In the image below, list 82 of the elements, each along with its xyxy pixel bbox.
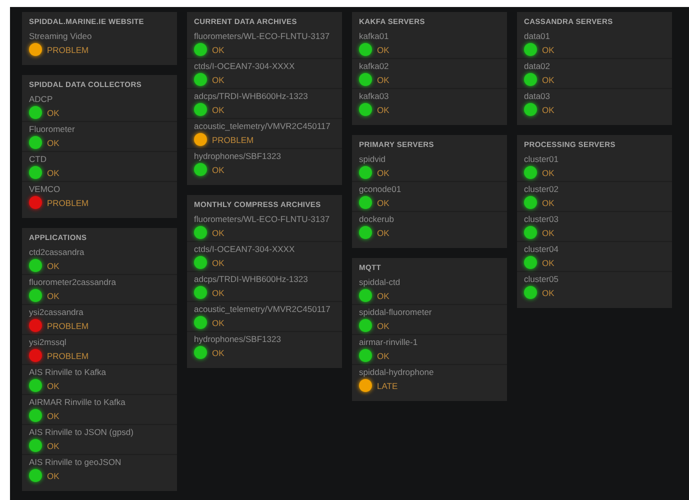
service-name: kafka03 — [359, 91, 390, 102]
service-name: adcps/TRDI-WHB600Hz-1323 — [194, 91, 309, 102]
service-name: fluorometer2cassandra — [29, 277, 117, 288]
service-name: CTD — [29, 154, 48, 165]
service-name: data01 — [524, 31, 551, 42]
status-label: PROBLEM — [47, 44, 89, 54]
service-name: ysi2mssql — [29, 337, 68, 348]
status-label: OK — [542, 228, 554, 238]
service-name: AIS Rinville to geoJSON — [29, 457, 122, 468]
status-label: OK — [212, 44, 224, 54]
service-name: spidvid — [359, 154, 386, 165]
service-name: cluster02 — [524, 184, 560, 195]
service-name: VEMCO — [29, 184, 62, 195]
service-name: acoustic_telemetry/VMVR2C450117 — [194, 121, 332, 132]
service-name: spiddal-ctd — [359, 277, 402, 288]
status-label: LATE — [377, 380, 398, 390]
status-label: OK — [377, 228, 390, 238]
service-name: airmar-rinville-1 — [359, 337, 419, 348]
status-label: OK — [212, 164, 224, 174]
status-label: OK — [212, 288, 224, 298]
service-name: acoustic_telemetry/VMVR2C450117 — [194, 304, 332, 315]
service-name: ADCP — [29, 94, 54, 105]
service-name: adcps/TRDI-WHB600Hz-1323 — [194, 274, 309, 285]
status-label: OK — [377, 104, 390, 114]
status-label: OK — [377, 74, 390, 84]
service-name: hydrophones/SBF1323 — [194, 334, 282, 345]
status-label: OK — [47, 410, 60, 420]
service-name: spiddal-hydrophone — [359, 367, 435, 378]
service-name: AIS Rinville to JSON (gpsd) — [29, 427, 134, 438]
service-name: hydrophones/SBF1323 — [194, 151, 282, 162]
status-label: OK — [212, 348, 224, 358]
service-name: ctds/I-OCEAN7-304-XXXX — [194, 244, 296, 255]
status-label: OK — [47, 168, 60, 178]
service-name: spiddal-fluorometer — [359, 307, 433, 318]
status-label: OK — [47, 138, 60, 148]
status-label: OK — [47, 440, 60, 450]
status-label: OK — [47, 108, 60, 118]
status-label: OK — [542, 44, 554, 54]
service-name: fluorometers/WL-ECO-FLNTU-3137 — [194, 214, 331, 225]
service-name: fluorometers/WL-ECO-FLNTU-3137 — [194, 31, 331, 42]
service-name: AIRMAR Rinville to Kafka — [29, 397, 126, 408]
service-name: gconode01 — [359, 184, 402, 195]
service-name: Fluorometer — [29, 124, 76, 135]
service-name: cluster05 — [524, 274, 560, 285]
status-label: OK — [212, 318, 224, 328]
service-name: ysi2cassandra — [29, 307, 84, 318]
service-name: cluster03 — [524, 214, 560, 225]
status-label: OK — [212, 74, 224, 84]
status-label: OK — [212, 258, 224, 268]
status-label: OK — [212, 104, 224, 114]
service-name: dockerub — [359, 214, 395, 225]
status-label: OK — [47, 290, 60, 300]
service-name: kafka01 — [359, 31, 390, 42]
status-label: OK — [377, 44, 390, 54]
service-name: cluster01 — [524, 154, 560, 165]
status-label: OK — [377, 168, 390, 178]
status-label: OK — [47, 470, 60, 480]
service-name: ctd2cassandra — [29, 247, 86, 258]
service-name: kafka02 — [359, 61, 390, 72]
status-label: OK — [542, 104, 554, 114]
status-label: OK — [542, 74, 554, 84]
status-label: OK — [542, 258, 554, 268]
service-name: ctds/I-OCEAN7-304-XXXX — [194, 61, 296, 72]
status-label: OK — [542, 288, 554, 298]
status-label: OK — [377, 198, 390, 208]
status-label: PROBLEM — [47, 350, 89, 360]
status-label: OK — [47, 380, 60, 390]
status-label: OK — [542, 198, 554, 208]
status-label: OK — [47, 260, 60, 270]
service-name: cluster04 — [524, 244, 560, 255]
status-label: OK — [377, 290, 390, 300]
status-label: OK — [377, 350, 390, 360]
status-label: PROBLEM — [212, 134, 254, 144]
status-label: PROBLEM — [47, 320, 89, 330]
service-name: data03 — [524, 91, 551, 102]
status-label: OK — [377, 320, 390, 330]
service-name: data02 — [524, 61, 551, 72]
status-label: PROBLEM — [47, 198, 89, 208]
status-label: OK — [212, 228, 224, 238]
service-name: AIS Rinville to Kafka — [29, 367, 108, 378]
service-name: Streaming Video — [29, 31, 93, 42]
status-label: OK — [542, 168, 554, 178]
